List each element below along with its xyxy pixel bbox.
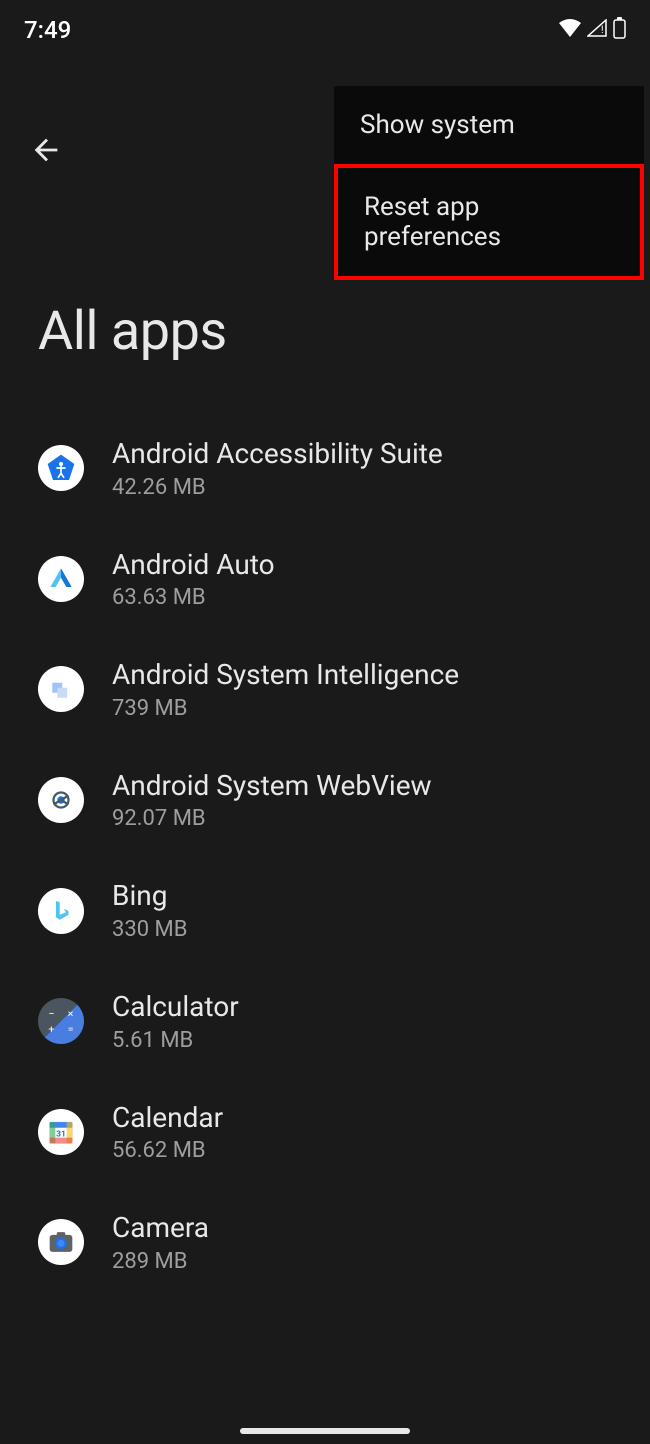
app-name-label: Calendar	[112, 1101, 223, 1135]
svg-text:×: ×	[68, 1007, 74, 1020]
wifi-icon	[559, 19, 581, 41]
app-list: Android Accessibility Suite 42.26 MB And…	[0, 413, 650, 1298]
app-name-label: Calculator	[112, 990, 239, 1024]
calculator-icon: − × + =	[38, 998, 84, 1044]
app-size-label: 42.26 MB	[112, 475, 443, 500]
app-info: Android Auto 63.63 MB	[112, 548, 275, 611]
svg-text:=: =	[68, 1023, 74, 1036]
app-row-calendar[interactable]: 31 Calendar 56.62 MB	[0, 1077, 650, 1188]
status-time: 7:49	[24, 16, 71, 44]
app-info: Calendar 56.62 MB	[112, 1101, 223, 1164]
svg-text:31: 31	[56, 1129, 66, 1139]
app-info: Android Accessibility Suite 42.26 MB	[112, 437, 443, 500]
menu-item-show-system[interactable]: Show system	[334, 86, 644, 164]
app-row-accessibility[interactable]: Android Accessibility Suite 42.26 MB	[0, 413, 650, 524]
svg-text:+: +	[48, 1023, 54, 1036]
app-row-calculator[interactable]: − × + = Calculator 5.61 MB	[0, 966, 650, 1077]
navigation-handle[interactable]	[240, 1428, 410, 1434]
back-button[interactable]	[28, 132, 64, 168]
system-intelligence-icon	[38, 666, 84, 712]
app-row-bing[interactable]: Bing 330 MB	[0, 855, 650, 966]
svg-text:−: −	[48, 1007, 54, 1020]
camera-icon	[38, 1219, 84, 1265]
app-info: Android System WebView 92.07 MB	[112, 769, 432, 832]
app-size-label: 330 MB	[112, 917, 187, 942]
calendar-icon: 31	[38, 1109, 84, 1155]
app-info: Bing 330 MB	[112, 879, 187, 942]
app-size-label: 5.61 MB	[112, 1028, 239, 1053]
signal-icon: !	[587, 19, 607, 41]
battery-icon	[613, 17, 626, 43]
app-name-label: Android System Intelligence	[112, 658, 459, 692]
menu-item-reset-app-preferences[interactable]: Reset app preferences	[334, 164, 644, 280]
status-bar: 7:49 !	[0, 0, 650, 60]
app-row-webview[interactable]: Android System WebView 92.07 MB	[0, 745, 650, 856]
status-icons: !	[559, 17, 626, 43]
overflow-menu: Show system Reset app preferences	[334, 86, 644, 280]
accessibility-icon	[38, 445, 84, 491]
app-row-camera[interactable]: Camera 289 MB	[0, 1187, 650, 1298]
app-size-label: 63.63 MB	[112, 585, 275, 610]
app-size-label: 739 MB	[112, 696, 459, 721]
app-name-label: Android System WebView	[112, 769, 432, 803]
app-size-label: 289 MB	[112, 1249, 209, 1274]
app-row-system-intelligence[interactable]: Android System Intelligence 739 MB	[0, 634, 650, 745]
app-name-label: Android Auto	[112, 548, 275, 582]
android-auto-icon	[38, 556, 84, 602]
app-row-android-auto[interactable]: Android Auto 63.63 MB	[0, 524, 650, 635]
app-size-label: 56.62 MB	[112, 1138, 223, 1163]
app-info: Android System Intelligence 739 MB	[112, 658, 459, 721]
bing-icon	[38, 888, 84, 934]
svg-text:!: !	[601, 25, 604, 36]
app-name-label: Bing	[112, 879, 187, 913]
app-info: Camera 289 MB	[112, 1211, 209, 1274]
app-name-label: Camera	[112, 1211, 209, 1245]
webview-icon	[38, 777, 84, 823]
page-title: All apps	[0, 300, 650, 363]
arrow-back-icon	[29, 133, 63, 167]
app-info: Calculator 5.61 MB	[112, 990, 239, 1053]
app-size-label: 92.07 MB	[112, 806, 432, 831]
app-name-label: Android Accessibility Suite	[112, 437, 443, 471]
